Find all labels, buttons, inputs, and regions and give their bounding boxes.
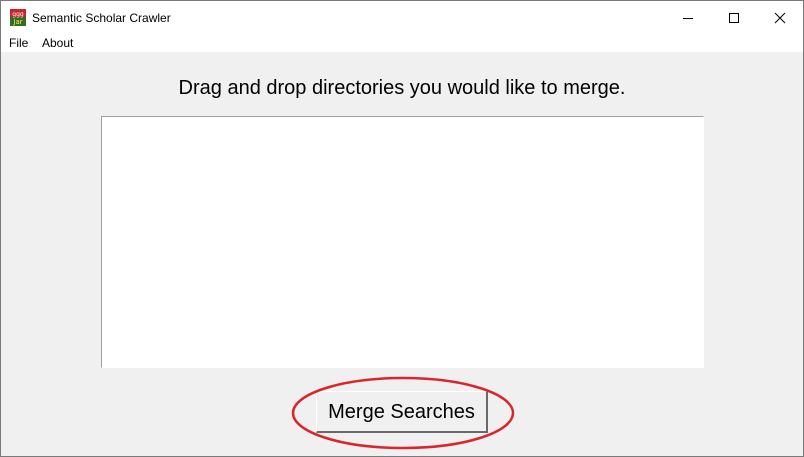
minimize-icon <box>683 18 693 19</box>
menu-bar: File About <box>1 33 803 52</box>
svg-text:ggg: ggg <box>12 11 24 18</box>
title-bar[interactable]: ggg Jar Semantic Scholar Crawler <box>1 1 803 33</box>
maximize-icon <box>729 13 739 23</box>
maximize-button[interactable] <box>711 1 757 33</box>
window-title: Semantic Scholar Crawler <box>32 11 171 25</box>
merge-searches-button[interactable]: Merge Searches <box>316 391 488 433</box>
svg-text:Jar: Jar <box>12 18 22 26</box>
close-icon <box>774 12 786 24</box>
close-button[interactable] <box>757 1 803 33</box>
menu-file[interactable]: File <box>9 36 28 50</box>
minimize-button[interactable] <box>665 1 711 33</box>
instruction-text: Drag and drop directories you would like… <box>178 77 626 99</box>
menu-about[interactable]: About <box>42 36 73 50</box>
java-app-icon: ggg Jar <box>10 9 26 26</box>
directory-drop-area[interactable] <box>101 116 704 368</box>
app-window: ggg Jar Semantic Scholar Crawler File Ab… <box>0 0 804 457</box>
